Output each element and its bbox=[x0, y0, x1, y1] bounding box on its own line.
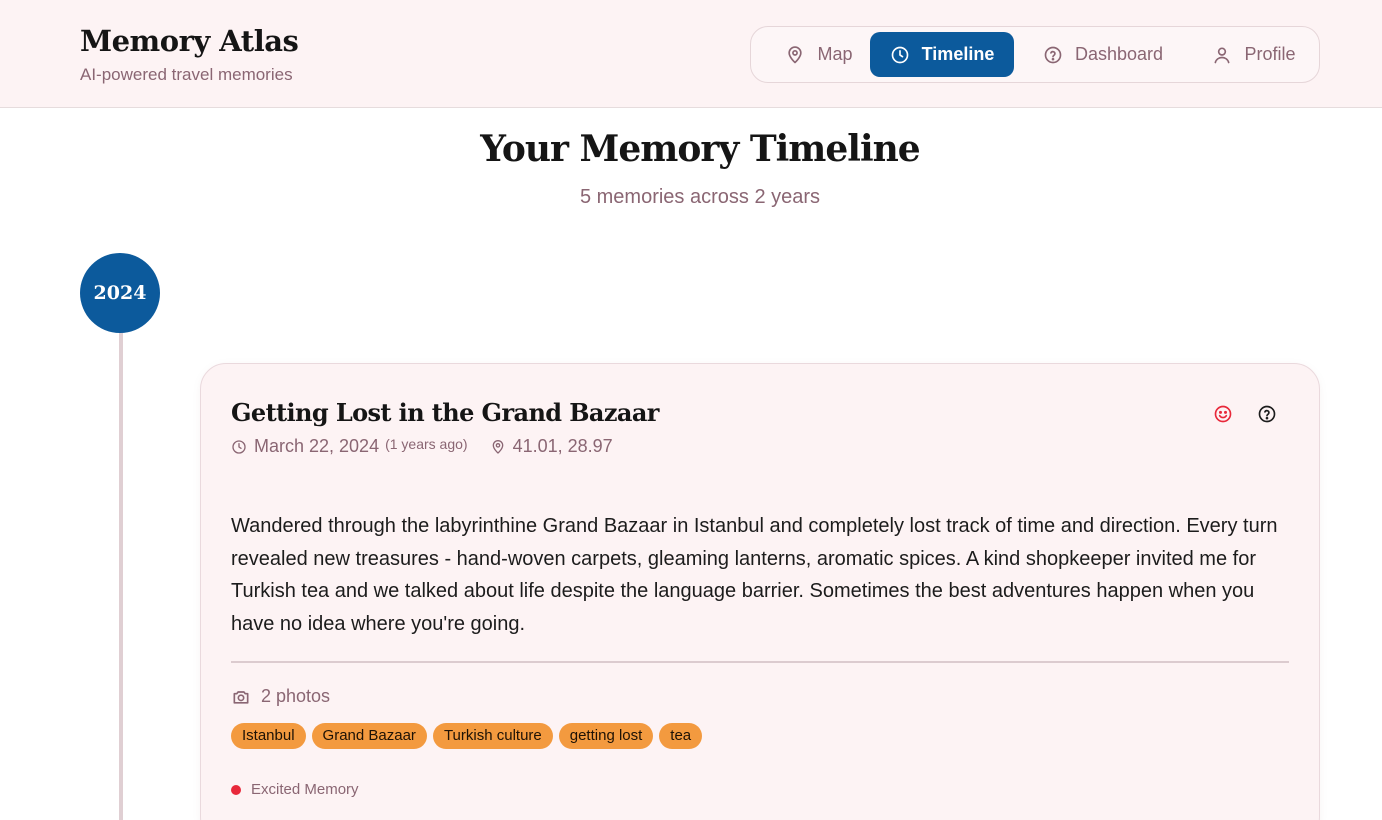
page-title: Your Memory Timeline bbox=[480, 128, 920, 170]
memory-title: Getting Lost in the Grand Bazaar bbox=[231, 398, 659, 427]
clock-icon bbox=[890, 45, 910, 65]
memory-location: 41.01, 28.97 bbox=[490, 436, 613, 457]
year-badge: 2024 bbox=[80, 253, 160, 333]
map-pin-icon bbox=[785, 45, 805, 65]
help-circle-icon bbox=[1043, 45, 1063, 65]
mood-dot bbox=[231, 784, 241, 795]
memory-tags: Istanbul Grand Bazaar Turkish culture ge… bbox=[231, 723, 703, 749]
tag[interactable]: Turkish culture bbox=[432, 723, 553, 749]
nav-timeline-button[interactable]: Timeline bbox=[870, 32, 1014, 77]
camera-icon bbox=[231, 687, 251, 707]
memory-mood: Excited Memory bbox=[231, 781, 359, 798]
memory-card[interactable]: Getting Lost in the Grand Bazaar March 2… bbox=[200, 363, 1320, 820]
memory-description: Wandered through the labyrinthine Grand … bbox=[231, 515, 1278, 635]
tag[interactable]: Grand Bazaar bbox=[311, 723, 427, 749]
user-icon bbox=[1212, 45, 1232, 65]
brand-subtitle: AI-powered travel memories bbox=[80, 65, 293, 84]
tag[interactable]: Istanbul bbox=[231, 723, 306, 749]
timeline-line bbox=[119, 300, 123, 820]
card-divider bbox=[231, 661, 1289, 663]
nav-timeline-label: Timeline bbox=[921, 44, 995, 64]
memory-photos-count: 2 photos bbox=[261, 686, 331, 706]
memory-mood-label: Excited Memory bbox=[251, 781, 359, 798]
clock-icon bbox=[231, 439, 247, 455]
memory-photos[interactable]: 2 photos bbox=[231, 686, 330, 707]
brand-title[interactable]: Memory Atlas bbox=[80, 24, 299, 58]
tag[interactable]: tea bbox=[659, 723, 703, 749]
nav-map-button[interactable]: Map bbox=[763, 32, 875, 77]
tag[interactable]: getting lost bbox=[558, 723, 654, 749]
memory-relative-time: (1 years ago) bbox=[385, 435, 468, 452]
page-subtitle: 5 memories across 2 years bbox=[579, 186, 821, 208]
nav-map-label: Map bbox=[817, 44, 853, 64]
memory-card-actions bbox=[1213, 404, 1277, 424]
help-circle-icon[interactable] bbox=[1257, 404, 1277, 424]
app-header: Memory Atlas AI-powered travel memories … bbox=[0, 0, 1382, 108]
memory-meta: March 22, 2024 (1 years ago) 41.01, 28.9… bbox=[231, 436, 613, 457]
map-pin-icon bbox=[490, 439, 506, 455]
memory-date: March 22, 2024 bbox=[254, 436, 380, 456]
nav-dashboard-button[interactable]: Dashboard bbox=[1029, 32, 1177, 77]
nav-profile-label: Profile bbox=[1244, 44, 1296, 64]
mood-smile-icon[interactable] bbox=[1213, 404, 1233, 424]
memory-coordinates: 41.01, 28.97 bbox=[512, 436, 613, 456]
nav-profile-button[interactable]: Profile bbox=[1199, 32, 1309, 77]
nav-dashboard-label: Dashboard bbox=[1074, 44, 1164, 64]
main-nav: Map Timeline Dashboard Profile bbox=[750, 26, 1320, 83]
